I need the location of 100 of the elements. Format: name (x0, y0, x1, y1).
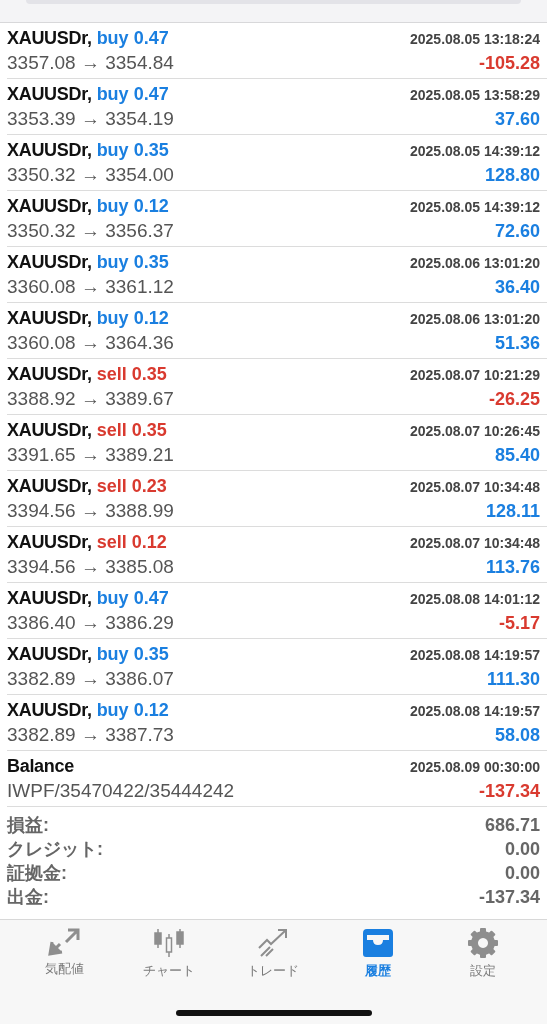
deal-row[interactable]: XAUUSDr, buy 0.47 2025.08.05 13:58:29 3353.39 → 3354.19 37.60 (7, 79, 547, 135)
symbol: XAUUSDr, (7, 699, 92, 721)
profit: 36.40 (494, 276, 540, 298)
deal-row[interactable]: XAUUSDr, buy 0.35 2025.08.08 14:19:57 3382.89 → 3386.07 111.30 (7, 639, 547, 695)
tab[interactable]: トレード (228, 928, 319, 980)
deal-row[interactable]: XAUUSDr, sell 0.12 2025.08.07 10:34:48 3394.56 → 3385.08 113.76 (7, 527, 547, 583)
deal-time: 2025.08.06 13:01:20 (410, 310, 540, 327)
profit: 72.60 (494, 220, 540, 242)
price-range: 3350.32 → 3356.37 (7, 219, 174, 242)
order-type: sell 0.23 (96, 475, 167, 497)
summary-value: 686.71 (484, 814, 540, 836)
order-type: buy 0.35 (96, 251, 169, 273)
deal-row[interactable]: XAUUSDr, sell 0.35 2025.08.07 10:21:29 3388.92 → 3389.67 -26.25 (7, 359, 547, 415)
deal-row[interactable]: Balance 2025.08.09 00:30:00 IWPF/35470422/35444242 -137.34 (7, 751, 547, 807)
price-range: 3357.08 → 3354.84 (7, 51, 174, 74)
deal-time: 2025.08.07 10:21:29 (410, 366, 540, 383)
order-type: buy 0.47 (96, 27, 169, 49)
deal-row[interactable]: XAUUSDr, buy 0.35 2025.08.06 13:01:20 3360.08 → 3361.12 36.40 (7, 247, 547, 303)
summary-value: 0.00 (504, 838, 540, 860)
price-range: 3350.32 → 3354.00 (7, 163, 174, 186)
summary-label: 損益: (7, 814, 49, 837)
deal-row[interactable]: XAUUSDr, buy 0.47 2025.08.05 13:18:24 3357.08 → 3354.84 -105.28 (7, 23, 547, 79)
settings-icon (467, 928, 498, 958)
deal-row[interactable]: XAUUSDr, buy 0.12 2025.08.08 14:19:57 3382.89 → 3387.73 58.08 (7, 695, 547, 751)
order-type: buy 0.35 (96, 643, 169, 665)
double-arrow-icon (48, 928, 81, 956)
price-range: 3360.08 → 3364.36 (7, 331, 174, 354)
order-type: buy 0.12 (96, 195, 169, 217)
deal-time: 2025.08.07 10:34:48 (410, 478, 540, 495)
symbol: XAUUSDr, (7, 643, 92, 665)
profit: -105.28 (478, 52, 540, 74)
profit: 58.08 (494, 724, 540, 746)
price-range: 3388.92 → 3389.67 (7, 387, 174, 410)
deal-time: 2025.08.08 14:19:57 (410, 702, 540, 719)
balance-comment: IWPF/35470422/35444242 (7, 779, 235, 802)
price-range: 3360.08 → 3361.12 (7, 275, 174, 298)
deal-time: 2025.08.05 13:58:29 (410, 86, 540, 103)
profit: -26.25 (488, 388, 540, 410)
profit: 113.76 (485, 556, 540, 578)
price-range: 3382.89 → 3387.73 (7, 723, 174, 746)
symbol: XAUUSDr, (7, 307, 92, 329)
order-type: buy 0.47 (96, 587, 169, 609)
deal-time: 2025.08.08 14:19:57 (410, 646, 540, 663)
profit: 128.11 (485, 500, 540, 522)
deal-time: 2025.08.07 10:34:48 (410, 534, 540, 551)
order-type: sell 0.35 (96, 363, 167, 385)
price-range: 3391.65 → 3389.21 (7, 443, 174, 466)
tab[interactable]: チャート (123, 928, 214, 980)
price-range: 3386.40 → 3386.29 (7, 611, 174, 634)
candlestick-icon (152, 928, 185, 958)
deal-row[interactable]: XAUUSDr, buy 0.12 2025.08.05 14:39:12 3350.32 → 3356.37 72.60 (7, 191, 547, 247)
symbol: XAUUSDr, (7, 587, 92, 609)
deal-time: 2025.08.05 14:39:12 (410, 198, 540, 215)
symbol: XAUUSDr, (7, 83, 92, 105)
summary-value: -137.34 (478, 886, 540, 908)
profit: -5.17 (498, 612, 540, 634)
deal-time: 2025.08.07 10:26:45 (410, 422, 540, 439)
tab[interactable]: 履歴 (333, 928, 424, 980)
inbox-icon (362, 928, 395, 958)
order-type: sell 0.35 (96, 419, 167, 441)
profit: 37.60 (494, 108, 540, 130)
symbol: XAUUSDr, (7, 475, 92, 497)
order-type: sell 0.12 (96, 531, 167, 553)
profit: 111.30 (486, 668, 540, 690)
order-type: buy 0.47 (96, 83, 169, 105)
deal-row[interactable]: XAUUSDr, buy 0.12 2025.08.06 13:01:20 3360.08 → 3364.36 51.36 (7, 303, 547, 359)
deal-time: 2025.08.09 00:30:00 (410, 758, 540, 775)
profit: 51.36 (494, 332, 540, 354)
trend-arrow-icon (257, 928, 290, 958)
order-type: buy 0.35 (96, 139, 169, 161)
price-range: 3394.56 → 3388.99 (7, 499, 174, 522)
profit: 85.40 (494, 444, 540, 466)
symbol: XAUUSDr, (7, 251, 92, 273)
deal-time: 2025.08.05 13:18:24 (410, 30, 540, 47)
deal-time: 2025.08.08 14:01:12 (410, 590, 540, 607)
symbol: XAUUSDr, (7, 195, 92, 217)
summary-label: 証拠金: (7, 862, 67, 885)
order-type: buy 0.12 (96, 307, 169, 329)
deal-row[interactable]: XAUUSDr, buy 0.35 2025.08.05 14:39:12 3350.32 → 3354.00 128.80 (7, 135, 547, 191)
symbol: Balance (7, 755, 74, 777)
order-type: buy 0.12 (96, 699, 169, 721)
symbol: XAUUSDr, (7, 419, 92, 441)
summary-label: クレジット: (7, 838, 103, 861)
summary-label: 出金: (7, 886, 49, 909)
price-range: 3382.89 → 3386.07 (7, 667, 174, 690)
deal-row[interactable]: XAUUSDr, sell 0.35 2025.08.07 10:26:45 3391.65 → 3389.21 85.40 (7, 415, 547, 471)
price-range: 3353.39 → 3354.19 (7, 107, 174, 130)
profit: -137.34 (478, 780, 540, 802)
tab[interactable]: 気配値 (19, 928, 110, 980)
summary-value: 0.00 (504, 862, 540, 884)
symbol: XAUUSDr, (7, 27, 92, 49)
tab[interactable]: 設定 (437, 928, 528, 980)
deal-time: 2025.08.06 13:01:20 (410, 254, 540, 271)
deal-row[interactable]: XAUUSDr, buy 0.47 2025.08.08 14:01:12 3386.40 → 3386.29 -5.17 (7, 583, 547, 639)
symbol: XAUUSDr, (7, 363, 92, 385)
deal-time: 2025.08.05 14:39:12 (410, 142, 540, 159)
symbol: XAUUSDr, (7, 531, 92, 553)
profit: 128.80 (484, 164, 540, 186)
symbol: XAUUSDr, (7, 139, 92, 161)
deal-row[interactable]: XAUUSDr, sell 0.23 2025.08.07 10:34:48 3394.56 → 3388.99 128.11 (7, 471, 547, 527)
